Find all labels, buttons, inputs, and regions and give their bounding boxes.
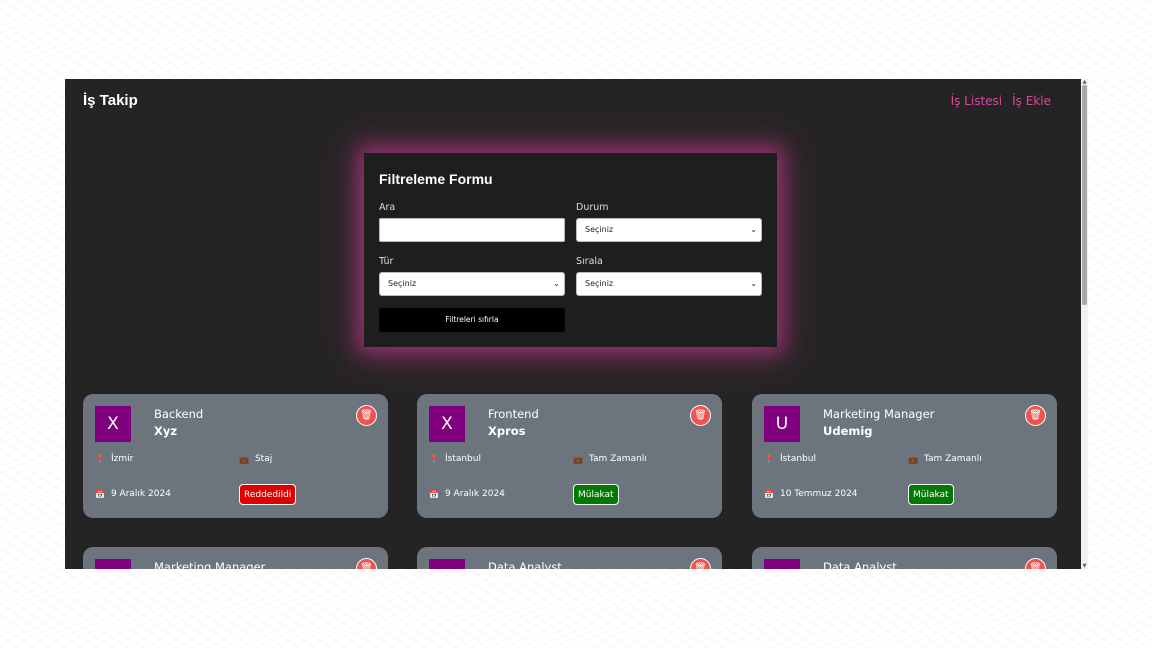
job-card: X Backend Xyz 🗑 📍 İzmir 💼 Staj 📅 9 Aralı… <box>83 394 388 518</box>
status-badge: Mülakat <box>573 484 619 505</box>
delete-button[interactable]: 🗑 <box>690 558 711 569</box>
job-company: Udemig <box>823 424 873 438</box>
sort-label: Sırala <box>576 256 603 267</box>
job-card: Marketing Manager 🗑 <box>83 547 388 569</box>
status-select[interactable]: Seçiniz ⌄ <box>576 218 762 242</box>
type-select-value: Seçiniz <box>388 279 417 288</box>
location-pin-icon: 📍 <box>95 454 105 464</box>
job-company: Xyz <box>154 424 178 438</box>
job-date: 📅 9 Aralık 2024 <box>429 489 505 499</box>
job-position: Backend <box>154 407 204 421</box>
app-viewport: İş Takip İş Listesi İş Ekle Filtreleme F… <box>65 79 1088 569</box>
nav-job-list[interactable]: İş Listesi <box>951 94 1003 108</box>
job-type: 💼 Tam Zamanlı <box>573 454 647 464</box>
job-position: Frontend <box>488 407 539 421</box>
trash-icon: 🗑 <box>360 563 373 569</box>
sort-select-value: Seçiniz <box>585 279 614 288</box>
company-logo: X <box>95 406 131 442</box>
search-label: Ara <box>379 202 396 213</box>
job-type-text: Tam Zamanlı <box>588 454 647 464</box>
trash-icon: 🗑 <box>694 563 707 569</box>
job-company: Xpros <box>488 424 526 438</box>
job-location: 📍 İzmir <box>95 454 133 464</box>
job-card: U Marketing Manager Udemig 🗑 📍 İstanbul … <box>752 394 1057 518</box>
calendar-icon: 📅 <box>429 489 439 499</box>
job-position: Marketing Manager <box>154 560 266 569</box>
job-card: Data Analyst 🗑 <box>417 547 722 569</box>
search-field: Ara <box>379 202 565 242</box>
sort-field: Sırala Seçiniz ⌄ <box>576 256 762 296</box>
job-date: 📅 10 Temmuz 2024 <box>764 489 858 499</box>
chevron-down-icon: ⌄ <box>750 279 757 288</box>
job-position: Data Analyst <box>823 560 897 569</box>
job-date-text: 9 Aralık 2024 <box>444 489 505 499</box>
search-input[interactable] <box>379 218 565 242</box>
job-date: 📅 9 Aralık 2024 <box>95 489 171 499</box>
calendar-icon: 📅 <box>764 489 774 499</box>
calendar-icon: 📅 <box>95 489 105 499</box>
briefcase-icon: 💼 <box>573 454 583 464</box>
company-logo <box>95 559 131 569</box>
trash-icon: 🗑 <box>1029 410 1042 421</box>
delete-button[interactable]: 🗑 <box>356 558 377 569</box>
job-location-text: İzmir <box>110 454 134 464</box>
brand-logo[interactable]: İş Takip <box>83 92 138 109</box>
status-field: Durum Seçiniz ⌄ <box>576 202 762 242</box>
location-pin-icon: 📍 <box>764 454 774 464</box>
status-select-value: Seçiniz <box>585 225 614 234</box>
type-field: Tür Seçiniz ⌄ <box>379 256 565 296</box>
company-logo: U <box>764 406 800 442</box>
vertical-scrollbar[interactable]: ▲ ▼ <box>1081 79 1088 569</box>
delete-button[interactable]: 🗑 <box>1025 405 1046 426</box>
job-location: 📍 İstanbul <box>764 454 816 464</box>
header: İş Takip İş Listesi İş Ekle <box>65 79 1081 123</box>
job-type: 💼 Tam Zamanlı <box>908 454 982 464</box>
job-type-text: Tam Zamanlı <box>923 454 982 464</box>
trash-icon: 🗑 <box>694 410 707 421</box>
company-logo <box>429 559 465 569</box>
filter-form-title: Filtreleme Formu <box>379 171 493 187</box>
filter-form: Filtreleme Formu Ara Durum Seçiniz ⌄ Tür… <box>364 153 777 347</box>
job-type-text: Staj <box>254 454 273 464</box>
type-select[interactable]: Seçiniz ⌄ <box>379 272 565 296</box>
job-location-text: İstanbul <box>779 454 816 464</box>
status-label: Durum <box>576 202 609 213</box>
status-badge: Reddedildi <box>239 484 297 505</box>
reset-filters-button[interactable]: Filtreleri sıfırla <box>379 308 565 332</box>
company-logo <box>764 559 800 569</box>
job-card: Data Analyst 🗑 <box>752 547 1057 569</box>
job-location-text: İstanbul <box>444 454 481 464</box>
briefcase-icon: 💼 <box>239 454 249 464</box>
job-position: Marketing Manager <box>823 407 935 421</box>
nav-bar: İş Listesi İş Ekle <box>951 94 1051 108</box>
job-card: X Frontend Xpros 🗑 📍 İstanbul 💼 Tam Zama… <box>417 394 722 518</box>
type-label: Tür <box>379 256 394 267</box>
job-type: 💼 Staj <box>239 454 272 464</box>
job-location: 📍 İstanbul <box>429 454 481 464</box>
delete-button[interactable]: 🗑 <box>356 405 377 426</box>
company-logo: X <box>429 406 465 442</box>
briefcase-icon: 💼 <box>908 454 918 464</box>
delete-button[interactable]: 🗑 <box>1025 558 1046 569</box>
trash-icon: 🗑 <box>360 410 373 421</box>
job-date-text: 10 Temmuz 2024 <box>779 489 858 499</box>
chevron-down-icon: ⌄ <box>553 279 560 288</box>
location-pin-icon: 📍 <box>429 454 439 464</box>
sort-select[interactable]: Seçiniz ⌄ <box>576 272 762 296</box>
job-date-text: 9 Aralık 2024 <box>110 489 171 499</box>
delete-button[interactable]: 🗑 <box>690 405 711 426</box>
scrollbar-thumb[interactable] <box>1082 85 1087 305</box>
scroll-down-icon[interactable]: ▼ <box>1081 563 1088 569</box>
chevron-down-icon: ⌄ <box>750 225 757 234</box>
job-position: Data Analyst <box>488 560 562 569</box>
trash-icon: 🗑 <box>1029 563 1042 569</box>
nav-add-job[interactable]: İş Ekle <box>1012 94 1051 108</box>
status-badge: Mülakat <box>908 484 954 505</box>
